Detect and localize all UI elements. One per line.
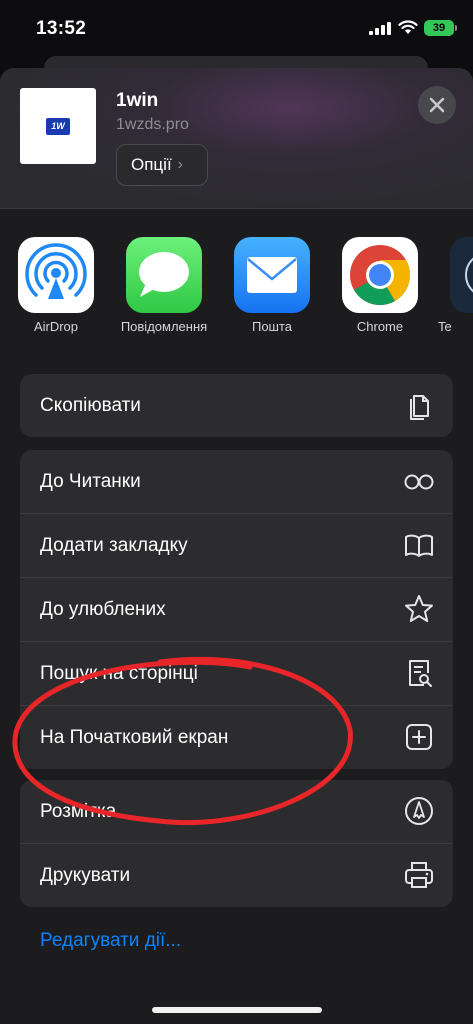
action-label: Друкувати [40,865,131,886]
action-group-page: До Читанки Додати закладку До улюблених … [20,450,453,769]
options-button[interactable]: Опції › [116,144,208,186]
app-label: Пошта [251,319,293,334]
site-thumbnail: 1W [20,88,96,164]
action-label: Розмітка [40,801,117,822]
wifi-icon [398,20,418,34]
app-label: Повідомлення [120,319,208,334]
header-divider [0,208,473,209]
add-square-icon [406,724,432,750]
status-bar: 13:52 39 [0,0,473,60]
app-label: AirDrop [33,319,79,334]
action-bookmark[interactable]: Додати закладку [20,514,453,578]
action-reader[interactable]: До Читанки [20,450,453,514]
status-time: 13:52 [36,18,87,39]
action-group-tools: Розмітка Друкувати [20,780,453,907]
messages-icon [126,237,202,313]
markup-icon [405,797,433,825]
action-find-on-page[interactable]: Пошук на сторінці [20,642,453,706]
mail-icon [234,237,310,313]
site-url: 1wzds.pro [116,116,189,133]
printer-icon [405,862,433,888]
action-label: До улюблених [40,599,166,620]
close-button[interactable] [418,86,456,124]
action-add-to-home-screen[interactable]: На Початковий екран [20,706,453,769]
edit-actions-link[interactable]: Редагувати дії... [40,930,181,952]
action-label: Скопіювати [40,395,141,416]
close-icon [429,97,445,113]
home-indicator[interactable] [152,1007,322,1013]
action-label: Пошук на сторінці [40,663,198,684]
app-icon [450,237,473,313]
action-label: Додати закладку [40,535,188,556]
action-group-copy: Скопіювати [20,374,453,437]
action-copy[interactable]: Скопіювати [20,374,453,437]
action-print[interactable]: Друкувати [20,844,453,907]
star-icon [405,595,433,622]
cellular-signal-icon [369,22,391,35]
action-markup[interactable]: Розмітка [20,780,453,844]
copy-icon [410,395,429,420]
chrome-icon [342,237,418,313]
battery-indicator: 39 [424,20,454,36]
book-icon [405,534,433,557]
site-logo: 1W [46,117,70,135]
action-label: На Початковий екран [40,727,229,748]
options-label: Опції [131,155,172,174]
action-label: До Читанки [40,471,141,492]
app-label: Te [438,319,452,334]
site-title: 1win [116,90,159,111]
chevron-right-icon: › [177,156,183,173]
action-favorites[interactable]: До улюблених [20,578,453,642]
share-apps-row: AirDrop Повідомлення Пошта Chrome Te [0,237,473,342]
find-on-page-icon [409,660,432,687]
airdrop-icon [18,237,94,313]
share-sheet: 1W 1win 1wzds.pro Опції › AirDrop Повідо… [0,68,473,1024]
share-header: 1W 1win 1wzds.pro Опції › [0,68,473,209]
reader-glasses-icon [404,474,434,490]
app-label: Chrome [356,319,404,334]
battery-tip [455,25,457,31]
